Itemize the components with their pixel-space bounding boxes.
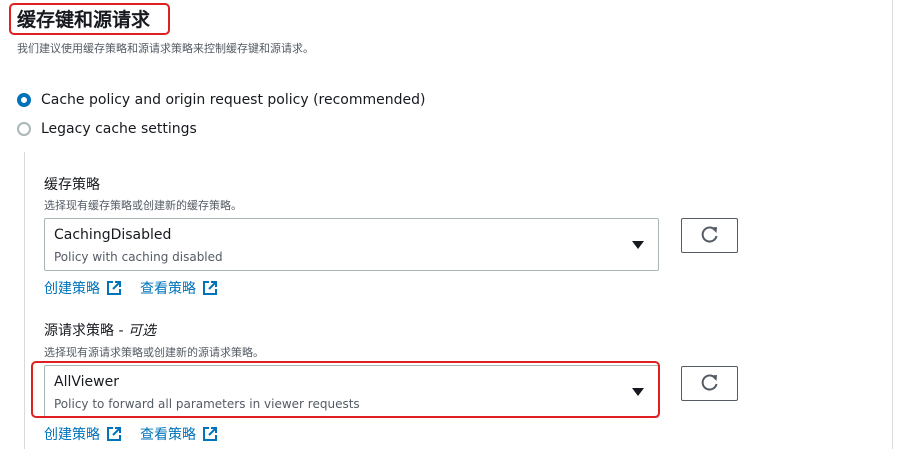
origin-request-policy-label: 源请求策略 - 可选 [44,320,156,340]
right-border [892,0,893,449]
radio-label: Legacy cache settings [41,121,197,137]
link-text: 创建策略 [44,427,100,443]
link-text: 创建策略 [44,281,100,297]
radio-label: Cache policy and origin request policy (… [41,92,426,108]
external-link-icon [106,426,122,442]
origin-request-policy-links: 创建策略 查看策略 [44,424,236,444]
select-highlight-box [31,361,660,418]
refresh-origin-request-policy-button[interactable] [681,366,738,401]
group-indent-line [24,152,25,449]
external-link-icon [106,280,122,296]
link-text: 查看策略 [140,281,196,297]
title-highlight-box [9,3,170,35]
view-origin-request-policy-link[interactable]: 查看策略 [140,424,218,444]
refresh-icon [700,224,720,248]
external-link-icon [202,426,218,442]
link-text: 查看策略 [140,427,196,443]
cache-policy-select[interactable]: CachingDisabled Policy with caching disa… [44,218,659,271]
origin-request-policy-description: 选择现有源请求策略或创建新的源请求策略。 [44,346,264,359]
cache-policy-links: 创建策略 查看策略 [44,278,236,298]
external-link-icon [202,280,218,296]
radio-button-checked[interactable] [17,93,31,107]
section-subtitle: 我们建议使用缓存策略和源请求策略来控制缓存键和源请求。 [17,42,314,55]
create-origin-request-policy-link[interactable]: 创建策略 [44,424,122,444]
radio-legacy-settings-option[interactable]: Legacy cache settings [17,121,197,137]
radio-button-unchecked[interactable] [17,122,31,136]
caret-down-icon [632,241,644,249]
refresh-cache-policy-button[interactable] [681,218,738,253]
refresh-icon [700,372,720,396]
select-value: CachingDisabled [54,227,172,243]
create-cache-policy-link[interactable]: 创建策略 [44,278,122,298]
select-value-description: Policy with caching disabled [54,250,223,264]
label-text: 源请求策略 [44,323,114,339]
radio-cache-policy-option[interactable]: Cache policy and origin request policy (… [17,92,425,108]
cache-policy-label: 缓存策略 [44,177,100,193]
optional-suffix: - 可选 [114,323,156,339]
view-cache-policy-link[interactable]: 查看策略 [140,278,218,298]
cache-policy-description: 选择现有缓存策略或创建新的缓存策略。 [44,199,242,212]
